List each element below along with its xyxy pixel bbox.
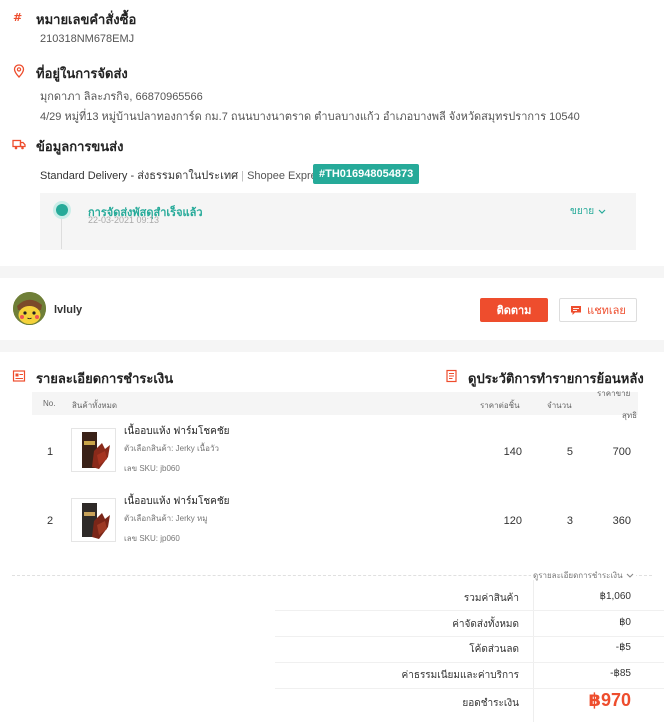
service-fee-value: -฿85: [610, 668, 631, 679]
chevron-down-icon: [598, 209, 606, 214]
truck-icon: [12, 139, 26, 150]
summary-row-line: [275, 610, 664, 611]
seller-name[interactable]: lvluly: [54, 304, 82, 316]
address-title: ที่อยู่ในการจัดส่ง: [36, 66, 128, 81]
unit-price: 140: [503, 446, 522, 458]
order-total-label: ยอดชำระเงิน: [462, 698, 519, 709]
status-dot: [56, 204, 68, 216]
header-net-price-line2: สุทธิ: [622, 411, 638, 420]
shipping-method-line: Standard Delivery - ส่งธรรมดาในประเทศ | …: [40, 166, 328, 184]
history-document-icon: [446, 369, 457, 383]
separator: |: [241, 170, 244, 182]
shipping-fee-label: ค่าจัดส่งทั้งหมด: [452, 619, 519, 630]
row-number: 2: [47, 515, 54, 527]
subtotal-label: รวมค่าสินค้า: [463, 593, 519, 604]
order-number-icon: #: [13, 11, 22, 24]
chevron-down-icon: [626, 573, 633, 578]
payment-details-toggle[interactable]: ดูรายละเอียดการชำระเงิน: [531, 569, 636, 582]
product-variation: ตัวเลือกสินค้า: Jerky เนื้อวัว: [124, 444, 219, 453]
timeline-line: [61, 219, 62, 249]
location-pin-icon: [13, 64, 25, 78]
discount-label: โค้ดส่วนลด: [469, 644, 519, 655]
summary-row-line: [275, 636, 664, 637]
order-card: # หมายเลขคำสั่งซื้อ 210318NM678EMJ ที่อย…: [0, 0, 664, 266]
product-name[interactable]: เนื้ออบแห้ง ฟาร์มโชคชัย: [124, 424, 229, 439]
svg-text:#: #: [13, 11, 22, 24]
row-number: 1: [47, 446, 54, 458]
shipping-method: Standard Delivery - ส่งธรรมดาในประเทศ: [40, 170, 239, 182]
quantity: 3: [566, 515, 573, 527]
pikachu-avatar-icon: [13, 292, 46, 325]
payment-card: รายละเอียดการชำระเงิน ดูประวัติการทำรายก…: [0, 352, 664, 722]
product-thumbnail[interactable]: [71, 498, 116, 542]
unit-price: 120: [503, 515, 522, 527]
shipping-address: 4/29 หมู่ที่13 หมู่บ้านปลาทองการ์ด กม.7 …: [40, 111, 580, 123]
table-row: 1 เนื้ออบแห้ง ฟาร์มโชคชัย ตัวเลือกสินค้า…: [0, 422, 664, 486]
summary-divider: [533, 580, 534, 722]
shipping-fee-value: ฿0: [619, 617, 631, 628]
header-quantity: จำนวน: [547, 401, 572, 410]
line-total: 700: [612, 446, 631, 458]
product-thumbnail[interactable]: [71, 428, 116, 472]
product-variation: ตัวเลือกสินค้า: Jerky หมู: [124, 514, 208, 523]
chat-icon: [571, 305, 582, 315]
follow-button[interactable]: ติดตาม: [480, 298, 548, 322]
subtotal-value: ฿1,060: [599, 591, 631, 602]
quantity: 5: [566, 446, 573, 458]
header-unit-price: ราคาต่อชิ้น: [480, 401, 520, 410]
line-total: 360: [612, 515, 631, 527]
expand-button[interactable]: ขยาย: [570, 204, 606, 219]
summary-row-line: [275, 688, 664, 689]
jerky-package-image: [72, 499, 115, 541]
order-number-title: หมายเลขคำสั่งซื้อ: [36, 12, 137, 27]
header-products: สินค้าทั้งหมด: [72, 401, 118, 410]
seller-card: lvluly ติดตาม แชทเลย: [0, 278, 664, 340]
recipient-info: มุกดาภา ลิละภรกิจ, 66870965566: [40, 91, 203, 103]
payment-details-toggle-label: ดูรายละเอียดการชำระเงิน: [533, 571, 623, 580]
header-net-price-line1: ราคาขาย: [597, 389, 631, 398]
tracking-number-badge[interactable]: #TH016948054873: [313, 164, 420, 184]
summary-row-line: [275, 662, 664, 663]
product-sku: เลข SKU: jp060: [124, 534, 180, 543]
delivery-status-time: 22-03-2021 09:13: [88, 215, 160, 225]
items-table-header: No. สินค้าทั้งหมด ราคาต่อชิ้น จำนวน ราคา…: [32, 389, 638, 420]
discount-value: -฿5: [615, 642, 631, 653]
expand-label: ขยาย: [570, 206, 595, 217]
transaction-history-link[interactable]: ดูประวัติการทำรายการย้อนหลัง: [468, 368, 644, 389]
chat-label: แชทเลย: [587, 305, 626, 317]
payment-details-icon: [12, 370, 26, 382]
seller-avatar[interactable]: [13, 292, 46, 325]
tracking-timeline: การจัดส่งพัสดุสำเร็จแล้ว 22-03-2021 09:1…: [40, 193, 636, 250]
payment-details-title: รายละเอียดการชำระเงิน: [36, 371, 174, 386]
jerky-package-image: [72, 429, 115, 471]
table-row: 2 เนื้ออบแห้ง ฟาร์มโชคชัย ตัวเลือกสินค้า…: [0, 492, 664, 556]
order-number: 210318NM678EMJ: [40, 33, 135, 45]
header-no: No.: [43, 399, 56, 408]
order-total-value: ฿970: [588, 690, 631, 710]
product-name[interactable]: เนื้ออบแห้ง ฟาร์มโชคชัย: [124, 494, 229, 509]
shipping-info-title: ข้อมูลการขนส่ง: [36, 139, 124, 154]
chat-button[interactable]: แชทเลย: [559, 298, 637, 322]
service-fee-label: ค่าธรรมเนียมและค่าบริการ: [401, 670, 519, 681]
product-sku: เลข SKU: jb060: [124, 464, 180, 473]
